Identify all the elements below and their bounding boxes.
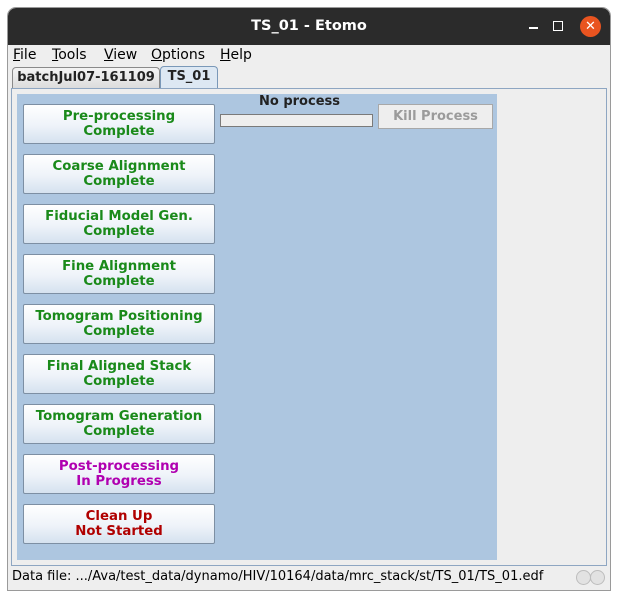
step-name: Tomogram Generation xyxy=(35,409,203,424)
clean-up-button[interactable]: Clean Up Not Started xyxy=(23,504,215,544)
menu-bar: File Tools View Options Help xyxy=(8,45,610,65)
fiducial-model-gen-button[interactable]: Fiducial Model Gen. Complete xyxy=(23,204,215,244)
menu-tools[interactable]: Tools xyxy=(52,46,87,64)
step-status: Complete xyxy=(83,124,155,139)
step-status: Complete xyxy=(83,374,155,389)
step-name: Post-processing xyxy=(58,459,180,474)
menu-view[interactable]: View xyxy=(104,46,137,64)
step-status: Complete xyxy=(83,224,155,239)
menu-help[interactable]: Help xyxy=(220,46,252,64)
tomogram-generation-button[interactable]: Tomogram Generation Complete xyxy=(23,404,215,444)
kill-process-button[interactable]: Kill Process xyxy=(378,104,493,129)
step-status: Complete xyxy=(83,274,155,289)
step-name: Final Aligned Stack xyxy=(46,359,192,374)
post-processing-button[interactable]: Post-processing In Progress xyxy=(23,454,215,494)
step-name: Pre-processing xyxy=(62,109,176,124)
status-bar: Data file: .../Ava/test_data/dynamo/HIV/… xyxy=(8,567,610,587)
tab-strip: batchJul07-161109 TS_01 xyxy=(8,66,610,89)
step-name: Fine Alignment xyxy=(62,259,176,274)
step-status: Not Started xyxy=(75,524,163,539)
process-status-label: No process xyxy=(259,94,340,109)
pre-processing-button[interactable]: Pre-processing Complete xyxy=(23,104,215,144)
menu-options[interactable]: Options xyxy=(151,46,205,64)
status-indicator-icon xyxy=(590,570,605,585)
minimize-icon[interactable] xyxy=(523,17,543,37)
final-aligned-stack-button[interactable]: Final Aligned Stack Complete xyxy=(23,354,215,394)
fine-alignment-button[interactable]: Fine Alignment Complete xyxy=(23,254,215,294)
tab-batch[interactable]: batchJul07-161109 xyxy=(12,67,160,88)
step-name: Tomogram Positioning xyxy=(35,309,203,324)
step-status: Complete xyxy=(83,424,155,439)
step-status: In Progress xyxy=(76,474,162,489)
coarse-alignment-button[interactable]: Coarse Alignment Complete xyxy=(23,154,215,194)
project-content: Pre-processing Complete Coarse Alignment Co… xyxy=(11,88,607,566)
process-panel: Pre-processing Complete Coarse Alignment Co… xyxy=(17,94,497,560)
title-bar[interactable]: TS_01 - Etomo ✕ xyxy=(8,8,610,45)
data-file-path: Data file: .../Ava/test_data/dynamo/HIV/… xyxy=(12,569,544,584)
tomogram-positioning-button[interactable]: Tomogram Positioning Complete xyxy=(23,304,215,344)
maximize-icon[interactable] xyxy=(548,17,568,37)
step-name: Clean Up xyxy=(85,509,153,524)
close-icon[interactable]: ✕ xyxy=(580,16,601,37)
step-status: Complete xyxy=(83,174,155,189)
step-name: Fiducial Model Gen. xyxy=(45,209,193,224)
window-title: TS_01 - Etomo xyxy=(251,18,367,34)
status-indicator-icon xyxy=(576,570,591,585)
step-status: Complete xyxy=(83,324,155,339)
etomo-window: TS_01 - Etomo ✕ File Tools View Options … xyxy=(8,8,610,590)
menu-file[interactable]: File xyxy=(13,46,36,64)
step-name: Coarse Alignment xyxy=(52,159,186,174)
process-progress-bar xyxy=(220,114,373,127)
tab-ts01[interactable]: TS_01 xyxy=(160,66,218,89)
